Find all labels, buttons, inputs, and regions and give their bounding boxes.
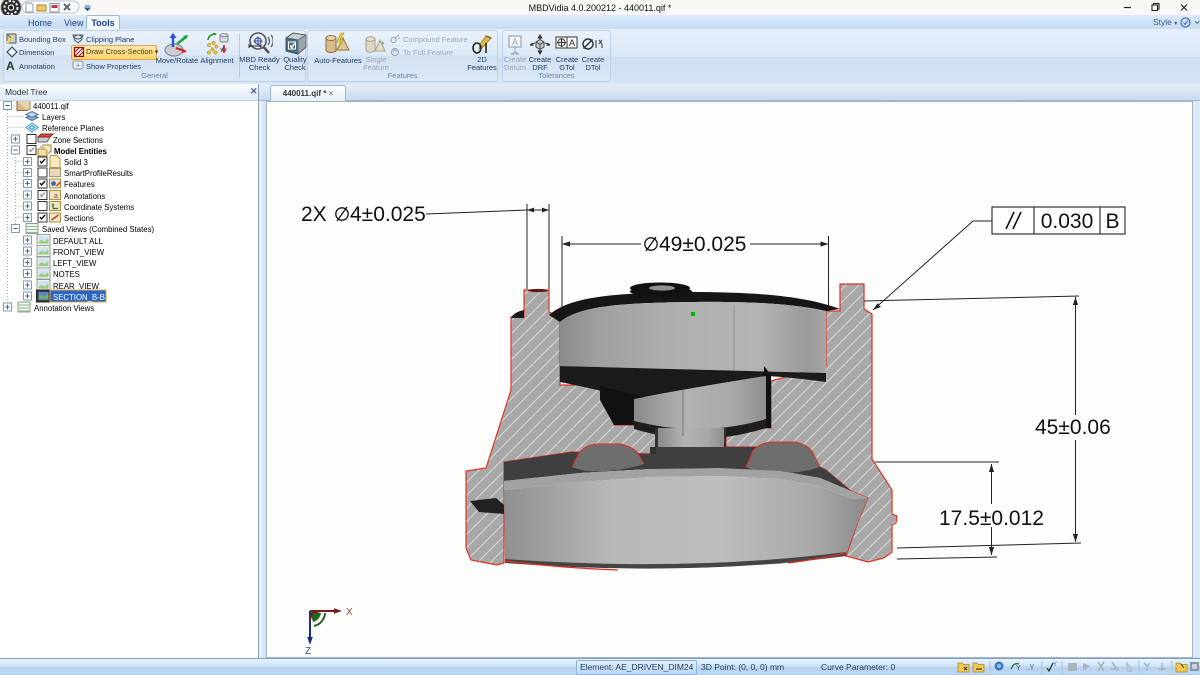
svg-text:Saved Views (Combined States): Saved Views (Combined States) bbox=[42, 225, 155, 234]
svg-text:SmartProfileResults: SmartProfileResults bbox=[64, 169, 133, 178]
svg-text:.Y: .Y bbox=[1027, 663, 1035, 672]
svg-text:0.030: 0.030 bbox=[1041, 210, 1094, 233]
svg-text:FRONT_VIEW: FRONT_VIEW bbox=[53, 248, 105, 257]
svg-text:2X: 2X bbox=[301, 203, 327, 226]
svg-text:B: B bbox=[1105, 210, 1119, 233]
svg-text:A: A bbox=[512, 37, 518, 47]
svg-text:Reference Planes: Reference Planes bbox=[42, 124, 104, 133]
svg-text:Y: Y bbox=[1016, 665, 1021, 672]
svg-text:NOTES: NOTES bbox=[53, 270, 80, 279]
svg-text:Annotation Views: Annotation Views bbox=[34, 304, 94, 313]
svg-text:Solid 3: Solid 3 bbox=[64, 158, 88, 167]
svg-text:+: + bbox=[76, 63, 80, 70]
svg-text:4±0.025: 4±0.025 bbox=[350, 203, 426, 226]
svg-text:SECTION_B-B: SECTION_B-B bbox=[53, 293, 105, 302]
svg-text:45±0.06: 45±0.06 bbox=[1035, 416, 1111, 439]
svg-text:Coordinate Systems: Coordinate Systems bbox=[64, 203, 134, 212]
svg-text:17.5±0.012: 17.5±0.012 bbox=[939, 507, 1044, 530]
svg-text:DEFAULT ALL: DEFAULT ALL bbox=[53, 237, 104, 246]
svg-text:X: X bbox=[346, 607, 353, 618]
svg-text:A: A bbox=[569, 38, 576, 49]
svg-text:Zone Sections: Zone Sections bbox=[53, 136, 103, 145]
svg-text:440011.qif: 440011.qif bbox=[33, 102, 70, 111]
svg-text:Layers: Layers bbox=[42, 113, 66, 122]
svg-text:Z: Z bbox=[305, 646, 311, 657]
svg-text:LEFT_VIEW: LEFT_VIEW bbox=[53, 259, 97, 268]
svg-text:Annotations: Annotations bbox=[64, 192, 105, 201]
svg-text:49±0.025: 49±0.025 bbox=[659, 233, 746, 256]
svg-text:Y: Y bbox=[1053, 662, 1057, 668]
svg-text:Features: Features bbox=[64, 180, 95, 189]
svg-text:a: a bbox=[54, 193, 58, 200]
svg-text:Sections: Sections bbox=[64, 214, 94, 223]
svg-text:Model Entities: Model Entities bbox=[54, 147, 108, 156]
